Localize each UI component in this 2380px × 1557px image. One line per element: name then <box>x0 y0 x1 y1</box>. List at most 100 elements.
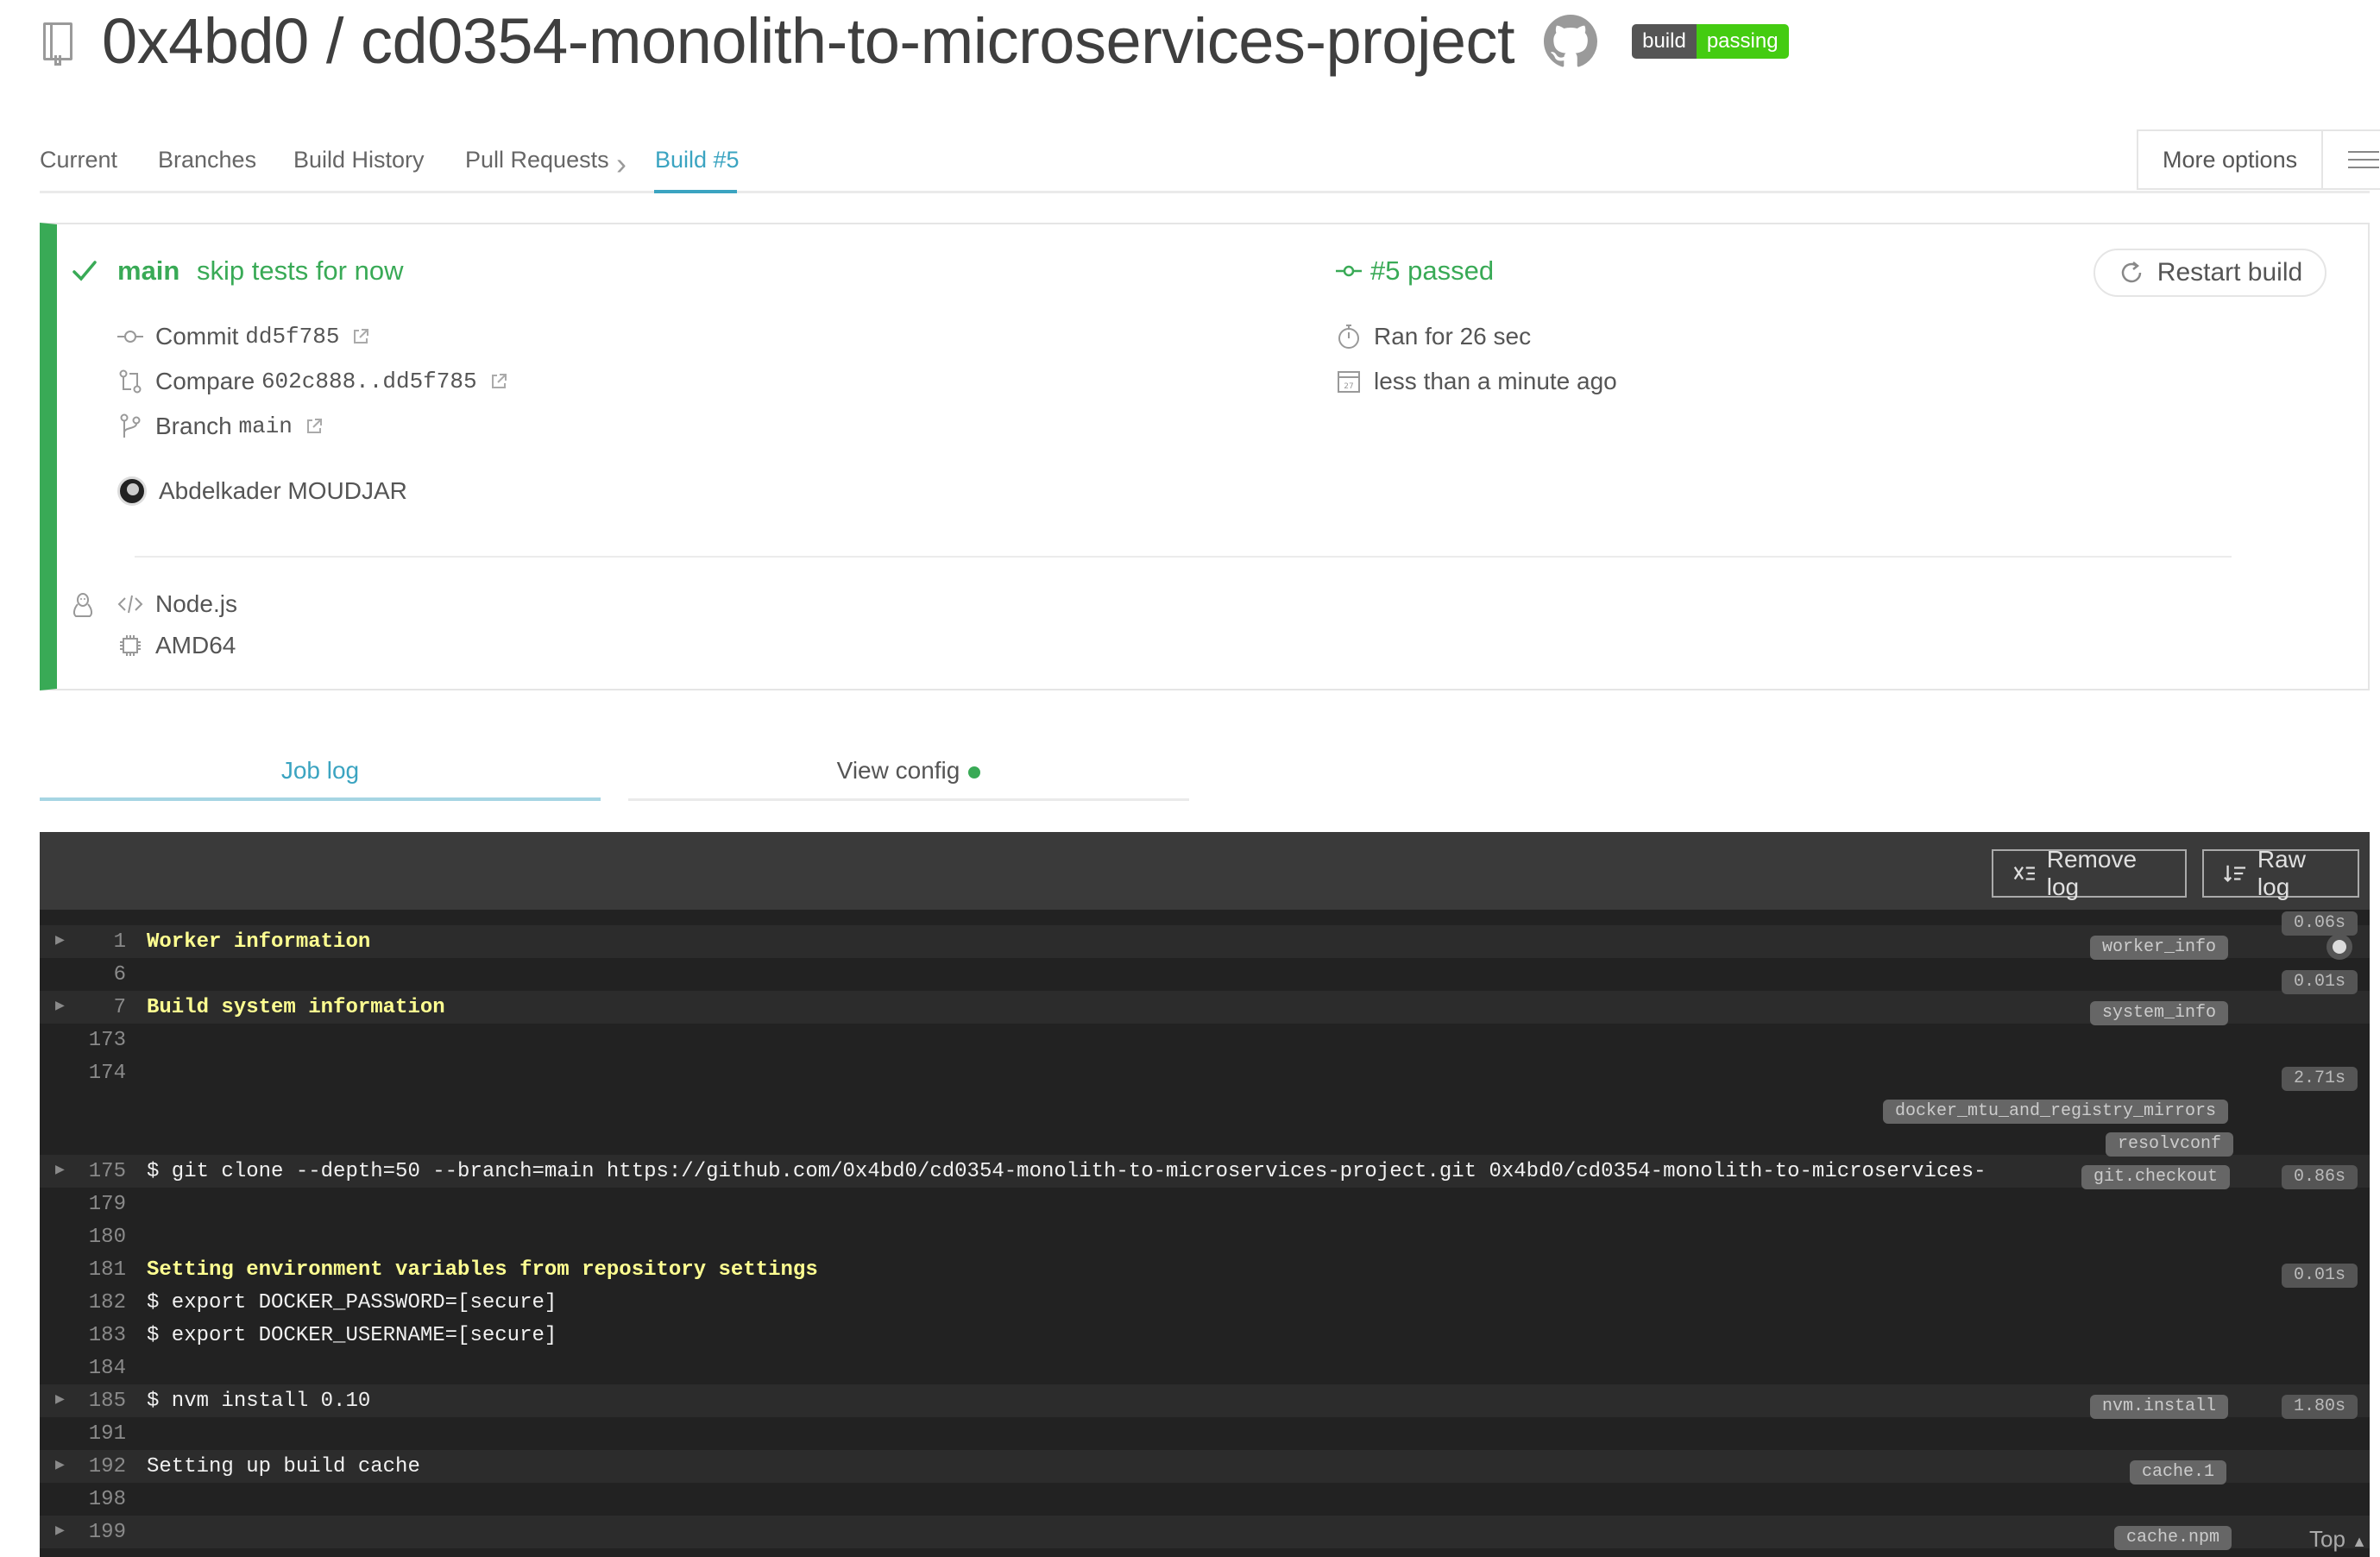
author-name: Abdelkader MOUDJAR <box>159 477 407 504</box>
line-number[interactable]: 179 <box>83 1193 126 1216</box>
finished-text: less than a minute ago <box>1374 368 1617 394</box>
tab-view-config-label: View config <box>836 757 960 784</box>
finished-row: 27 less than a minute ago <box>1336 368 1617 395</box>
line-number[interactable]: 180 <box>83 1226 126 1249</box>
fold-duration: 1.80s <box>2282 1395 2358 1419</box>
calendar-icon: 27 <box>1338 371 1360 393</box>
line-number[interactable]: 174 <box>83 1062 126 1085</box>
tab-branches[interactable]: Branches <box>158 147 256 173</box>
line-text: Worker information <box>147 930 371 954</box>
scroll-indicator[interactable] <box>2326 934 2352 960</box>
build-status[interactable]: #5 passed <box>1336 255 1494 287</box>
stopwatch-icon <box>1338 325 1359 349</box>
line-text: $ git clone --depth=50 --branch=main htt… <box>147 1160 1986 1183</box>
fold-tag: git.checkout <box>2081 1165 2231 1189</box>
duration-row: Ran for 26 sec <box>1336 323 1531 350</box>
fold-duration: 0.01s <box>2282 970 2358 994</box>
tab-current[interactable]: Current <box>40 147 117 173</box>
caret-up-icon: ▲ <box>2352 1533 2367 1550</box>
commit-hash[interactable]: dd5f785 <box>245 324 339 350</box>
log-line[interactable]: ▶ 1 Worker information <box>40 925 2370 958</box>
fold-arrow-icon[interactable]: ▶ <box>55 1160 65 1179</box>
build-summary-card: main skip tests for now Commit dd5f785 C… <box>40 223 2370 690</box>
remove-log-button[interactable]: Remove log <box>1992 846 2187 900</box>
check-icon <box>72 261 97 281</box>
external-link-icon[interactable] <box>489 372 508 391</box>
log-line[interactable]: ▶ 175 $ git clone --depth=50 --branch=main… <box>40 1155 2370 1188</box>
fold-arrow-icon[interactable]: ▶ <box>55 1521 65 1540</box>
log-line[interactable]: ▶ 192 Setting up build cache <box>40 1450 2370 1483</box>
line-number[interactable]: 1 <box>83 930 126 954</box>
tab-view-config[interactable]: View config <box>628 727 1189 801</box>
tab-job-log[interactable]: Job log <box>40 727 601 801</box>
tab-build-history[interactable]: Build History <box>293 147 425 173</box>
active-tab-indicator <box>654 190 737 193</box>
line-text: $ export DOCKER_PASSWORD=[secure] <box>147 1291 557 1314</box>
divider <box>135 556 2232 558</box>
compare-row[interactable]: Compare 602c888..dd5f785 <box>117 368 508 395</box>
compare-range[interactable]: 602c888..dd5f785 <box>261 369 477 394</box>
build-status-text: #5 passed <box>1370 255 1495 286</box>
branch-row[interactable]: Branch main <box>117 413 324 440</box>
tab-job-log-label: Job log <box>280 757 360 784</box>
hamburger-icon[interactable] <box>2323 151 2380 168</box>
restart-icon <box>2121 262 2142 283</box>
fold-duration: 0.86s <box>2282 1165 2358 1189</box>
raw-log-button[interactable]: Raw log <box>2202 846 2359 900</box>
line-text: Setting environment variables from repos… <box>147 1258 818 1282</box>
scroll-top-link[interactable]: Top ▲ <box>2309 1526 2367 1553</box>
repo-title[interactable]: 0x4bd0 / cd0354-monolith-to-microservice… <box>102 9 1515 73</box>
compare-label: Compare <box>155 368 255 394</box>
line-number[interactable]: 7 <box>83 996 126 1019</box>
commit-row[interactable]: Commit dd5f785 <box>117 323 370 350</box>
log-line[interactable]: ▶ 7 Build system information <box>40 991 2370 1024</box>
line-number[interactable]: 183 <box>83 1324 126 1347</box>
tab-pull-requests[interactable]: Pull Requests <box>465 147 609 173</box>
log-line[interactable]: ▶ 199 <box>40 1516 2370 1548</box>
line-number[interactable]: 6 <box>83 963 126 987</box>
line-number[interactable]: 192 <box>83 1455 126 1478</box>
external-link-icon[interactable] <box>305 417 324 436</box>
external-link-icon[interactable] <box>351 327 370 346</box>
fold-tag: resolvconf <box>2106 1132 2234 1157</box>
log-line: 6 <box>40 958 2370 991</box>
page-header: 0x4bd0 / cd0354-monolith-to-microservice… <box>40 0 1789 83</box>
line-number[interactable]: 181 <box>83 1258 126 1282</box>
log-line: 174 <box>40 1056 2370 1089</box>
branch-name[interactable]: main <box>117 255 179 287</box>
line-number[interactable]: 198 <box>83 1488 126 1511</box>
linux-icon <box>72 593 93 617</box>
fold-duration: 0.01s <box>2282 1264 2358 1288</box>
remove-log-label: Remove log <box>2046 846 2138 900</box>
fold-arrow-icon[interactable]: ▶ <box>55 930 65 949</box>
code-icon <box>117 595 143 614</box>
restart-build-button[interactable]: Restart build <box>2094 249 2326 297</box>
build-status-badge[interactable]: build passing <box>1632 24 1789 59</box>
tab-build-5[interactable]: Build #5 <box>655 147 740 173</box>
github-icon[interactable] <box>1544 15 1598 68</box>
log-line: 191 <box>40 1417 2370 1450</box>
log-line[interactable]: ▶ 185 $ nvm install 0.10 <box>40 1384 2370 1417</box>
job-log-panel[interactable]: Remove log Raw log ▶ 1 Worker information 6… <box>40 832 2370 1557</box>
more-options-button[interactable]: More options <box>2137 129 2380 190</box>
line-text: $ nvm install 0.10 <box>147 1390 371 1413</box>
branch-value[interactable]: main <box>239 413 293 439</box>
fold-arrow-icon[interactable]: ▶ <box>55 1390 65 1409</box>
compare-icon <box>119 369 142 394</box>
fold-arrow-icon[interactable]: ▶ <box>55 996 65 1015</box>
line-number[interactable]: 184 <box>83 1357 126 1380</box>
line-number[interactable]: 182 <box>83 1291 126 1314</box>
fold-tag: cache.npm <box>2114 1526 2232 1550</box>
line-number[interactable]: 175 <box>83 1160 126 1183</box>
fold-tag: system_info <box>2090 1001 2229 1025</box>
fold-arrow-icon[interactable]: ▶ <box>55 1455 65 1474</box>
restart-build-label: Restart build <box>2156 258 2303 287</box>
line-number[interactable]: 199 <box>83 1521 126 1544</box>
author-row: Abdelkader MOUDJAR <box>117 476 407 506</box>
raw-log-label: Raw log <box>2257 846 2306 900</box>
line-number[interactable]: 173 <box>83 1029 126 1052</box>
line-number[interactable]: 191 <box>83 1422 126 1446</box>
badge-label: build <box>1632 24 1697 59</box>
line-text: Setting up build cache <box>147 1455 420 1478</box>
line-number[interactable]: 185 <box>83 1390 126 1413</box>
